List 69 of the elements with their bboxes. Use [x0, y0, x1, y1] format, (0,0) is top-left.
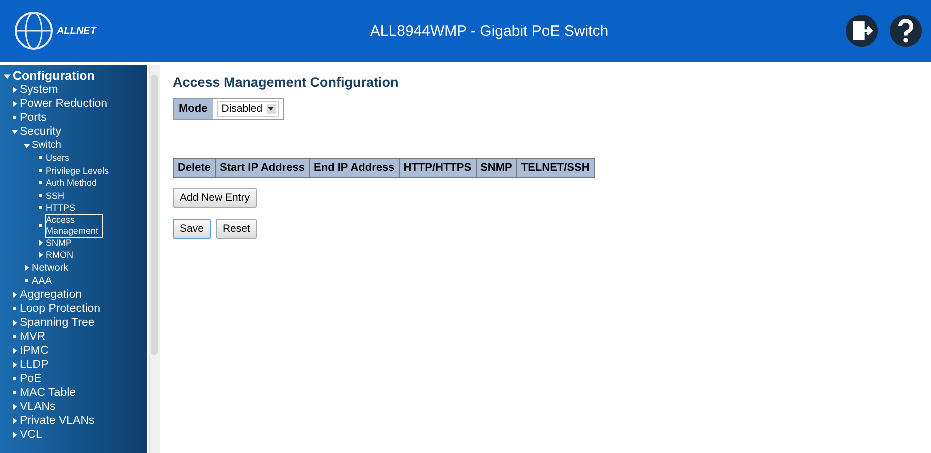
menu-item[interactable]: LLDP: [20, 358, 49, 372]
menu-item[interactable]: IPMC: [20, 344, 49, 358]
scrollbar-thumb[interactable]: [151, 75, 158, 355]
caret-right-icon[interactable]: [12, 418, 18, 424]
column-header: SNMP: [476, 158, 517, 178]
menu-item[interactable]: SSH: [46, 190, 65, 202]
menu-item[interactable]: Privilege Levels: [46, 164, 110, 177]
bullet-icon: [12, 376, 18, 382]
menu-item[interactable]: AAA: [32, 274, 52, 288]
dropdown-arrow-icon: [266, 104, 276, 114]
caret-right-icon[interactable]: [12, 320, 18, 326]
help-icon[interactable]: [889, 14, 923, 48]
caret-right-icon[interactable]: [12, 87, 18, 93]
column-header: End IP Address: [310, 158, 400, 178]
menu-item[interactable]: Users: [46, 152, 70, 164]
column-header: Delete: [174, 158, 216, 178]
bullet-icon: [12, 306, 18, 312]
menu-item[interactable]: Security: [20, 125, 62, 139]
form-button[interactable]: Reset: [216, 219, 258, 239]
menu-item[interactable]: Auth Method: [46, 177, 98, 190]
bullet-icon: [12, 390, 18, 396]
menu-item[interactable]: RMON: [46, 249, 74, 262]
menu-item[interactable]: Private VLANs: [20, 414, 95, 428]
caret-down-icon[interactable]: [12, 129, 18, 135]
menu-item[interactable]: PoE: [20, 372, 42, 386]
add-entry-button[interactable]: Add New Entry: [173, 188, 258, 208]
caret-down-icon[interactable]: [24, 142, 30, 148]
menu-item[interactable]: Switch: [32, 139, 62, 152]
caret-right-icon[interactable]: [38, 252, 44, 258]
caret-down-icon[interactable]: [4, 72, 11, 80]
mode-label: Mode: [174, 99, 213, 119]
caret-right-icon[interactable]: [12, 292, 18, 298]
scrollbar[interactable]: [149, 65, 160, 453]
menu-item[interactable]: VLANs: [20, 400, 56, 414]
menu-item[interactable]: Loop Protection: [20, 302, 101, 316]
caret-right-icon[interactable]: [38, 240, 44, 246]
bullet-icon: [12, 115, 18, 121]
caret-right-icon[interactable]: [12, 348, 18, 354]
globe-icon: [14, 11, 54, 51]
caret-right-icon[interactable]: [12, 432, 18, 438]
menu-item[interactable]: System: [20, 83, 58, 97]
menu-item[interactable]: Spanning Tree: [20, 316, 95, 330]
menu-item[interactable]: Network: [32, 262, 69, 274]
column-header: Start IP Address: [216, 158, 310, 178]
caret-right-icon[interactable]: [12, 101, 18, 107]
menu-item[interactable]: MVR: [20, 330, 46, 344]
menu-item[interactable]: HTTPS: [46, 202, 76, 214]
menu-item[interactable]: Configuration: [13, 69, 95, 83]
form-button[interactable]: Save: [173, 219, 211, 239]
menu-item[interactable]: Aggregation: [20, 288, 82, 302]
menu-item[interactable]: SNMP: [46, 236, 72, 249]
window-title: ALL8944WMP - Gigabit PoE Switch: [369, 22, 610, 40]
logout-icon[interactable]: [845, 14, 879, 48]
bullet-icon: [24, 278, 30, 284]
menu-item[interactable]: Power Reduction: [20, 97, 108, 111]
caret-right-icon[interactable]: [12, 404, 18, 410]
column-header: TELNET/SSH: [516, 158, 594, 178]
logo-text: ALLNET: [57, 26, 96, 36]
bullet-icon: [12, 334, 18, 340]
menu-item[interactable]: MAC Table: [20, 386, 76, 400]
mode-dropdown[interactable]: Disabled: [216, 101, 279, 117]
column-header: HTTP/HTTPS: [399, 158, 476, 178]
caret-right-icon[interactable]: [12, 362, 18, 368]
menu-item[interactable]: VCL: [20, 428, 42, 442]
menu-item[interactable]: Ports: [20, 111, 47, 125]
bullet-icon: [38, 222, 44, 228]
page-title: Access Management Configuration: [173, 75, 400, 90]
menu-item[interactable]: Access Management: [46, 214, 102, 236]
caret-right-icon[interactable]: [24, 265, 30, 271]
